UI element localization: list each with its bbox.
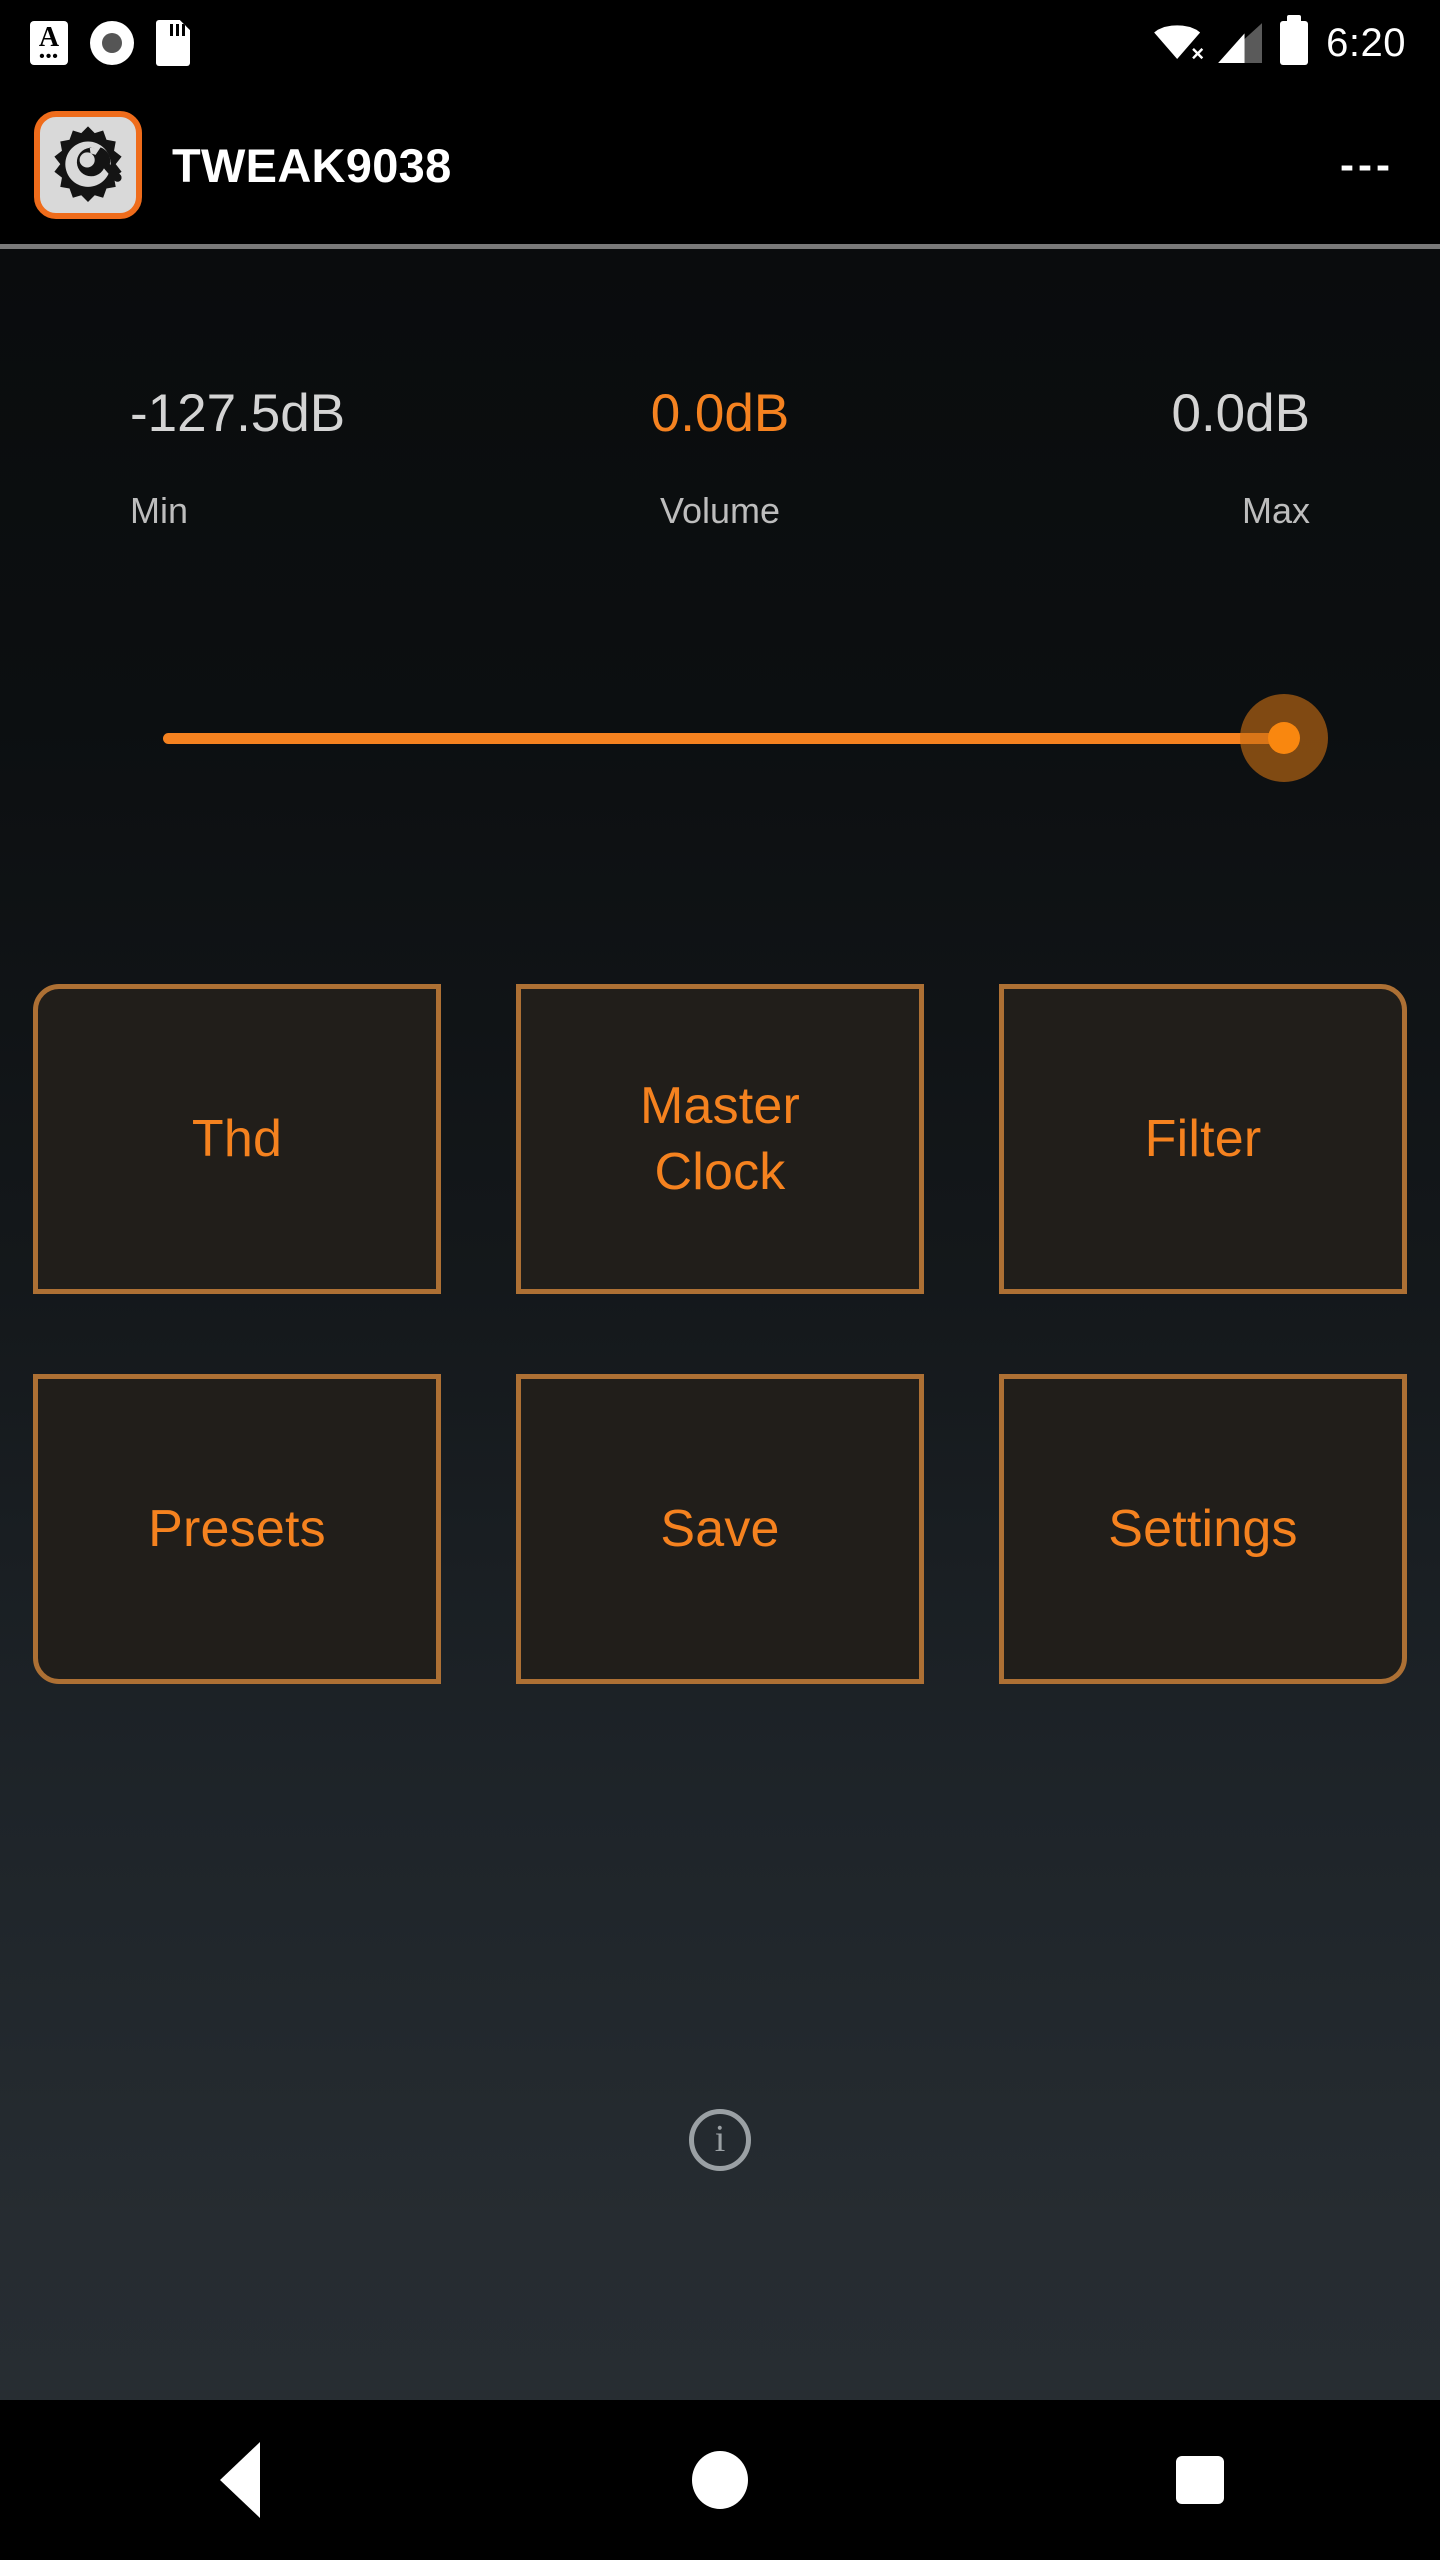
footer-info-area: i [0, 2109, 1440, 2171]
home-circle-icon [692, 2451, 748, 2509]
button-presets[interactable]: Presets [33, 1374, 441, 1684]
gear-wrench-icon [34, 111, 142, 219]
info-circle-icon[interactable]: i [689, 2109, 751, 2171]
volume-slider[interactable] [0, 679, 1440, 799]
status-bar: A ••• × 6:20 [0, 0, 1440, 86]
android-nav-bar [0, 2400, 1440, 2560]
button-save-label: Save [660, 1500, 780, 1558]
back-triangle-icon [220, 2442, 260, 2518]
volume-max-value: 0.0dB [1171, 384, 1310, 443]
app-screen: A ••• × 6:20 TWEAK9038 --- -127.5dB 0.0d… [0, 0, 1440, 2560]
button-master-clock-line2: Clock [654, 1143, 786, 1201]
button-settings[interactable]: Settings [999, 1374, 1407, 1684]
nav-recents-button[interactable] [1100, 2400, 1300, 2560]
camera-dot-icon [90, 21, 134, 65]
recents-square-icon [1176, 2456, 1224, 2504]
font-a-icon: A ••• [30, 21, 68, 65]
button-presets-label: Presets [148, 1500, 326, 1558]
volume-label: Volume [659, 490, 781, 531]
cellular-signal-icon [1218, 23, 1263, 63]
wifi-off-icon: × [1154, 23, 1204, 65]
button-master-clock-label: Master Clock [640, 1080, 800, 1198]
button-filter[interactable]: Filter [999, 984, 1407, 1294]
button-save[interactable]: Save [516, 1374, 924, 1684]
button-settings-label: Settings [1108, 1500, 1298, 1558]
status-bar-right-icons: × 6:20 [1154, 15, 1440, 65]
app-title-bar: TWEAK9038 --- [0, 86, 1440, 244]
overflow-menu-button[interactable]: --- [1340, 144, 1394, 186]
button-thd[interactable]: Thd [33, 984, 441, 1294]
button-thd-label: Thd [191, 1110, 283, 1168]
sd-card-icon [156, 20, 190, 66]
nav-home-button[interactable] [620, 2400, 820, 2560]
status-bar-left-icons: A ••• [0, 20, 190, 66]
volume-readouts: -127.5dB 0.0dB 0.0dB [0, 359, 1440, 469]
volume-labels: Min Volume Max [0, 481, 1440, 541]
button-master-clock-line1: Master [639, 1077, 801, 1135]
status-bar-clock: 6:20 [1326, 21, 1406, 65]
button-master-clock[interactable]: Master Clock [516, 984, 924, 1294]
volume-slider-track[interactable] [163, 733, 1296, 744]
font-a-dots: ••• [39, 48, 59, 65]
feature-button-grid: Thd Master Clock Filter Presets Save Set… [33, 984, 1407, 1684]
nav-back-button[interactable] [140, 2400, 340, 2560]
wifi-x-mark: × [1191, 41, 1205, 66]
page-title: TWEAK9038 [172, 138, 452, 192]
volume-slider-thumb[interactable] [1268, 722, 1300, 754]
battery-full-icon [1280, 15, 1309, 65]
info-glyph: i [714, 2117, 726, 2160]
button-filter-label: Filter [1144, 1110, 1262, 1168]
volume-max-label: Max [1241, 490, 1310, 531]
main-content: -127.5dB 0.0dB 0.0dB Min Volume Max Thd … [0, 249, 1440, 2400]
